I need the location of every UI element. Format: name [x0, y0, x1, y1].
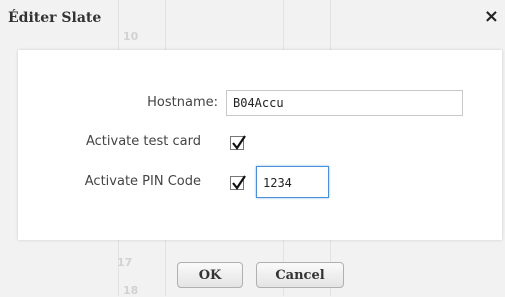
- checkmark-icon: [232, 175, 246, 190]
- checkmark-icon: [232, 135, 246, 150]
- pin-code-label: Activate PIN Code: [84, 174, 201, 189]
- hostname-input[interactable]: B04Accu: [226, 90, 463, 116]
- background-day-number: 17: [117, 256, 133, 269]
- cancel-button[interactable]: Cancel: [256, 262, 344, 288]
- test-card-checkbox[interactable]: [230, 135, 246, 150]
- background-day-number: 18: [123, 284, 139, 297]
- dialog-title: Éditer Slate: [8, 10, 102, 26]
- dialog-form-panel: Hostname: B04Accu Activate test card Act…: [18, 50, 502, 240]
- test-card-label: Activate test card: [86, 134, 201, 149]
- background-day-number: 10: [123, 30, 139, 43]
- hostname-label: Hostname:: [147, 95, 218, 110]
- pin-code-checkbox[interactable]: [230, 175, 246, 190]
- close-icon[interactable]: ×: [484, 8, 499, 26]
- ok-button[interactable]: OK: [177, 262, 243, 288]
- pin-code-input[interactable]: 1234: [256, 166, 329, 198]
